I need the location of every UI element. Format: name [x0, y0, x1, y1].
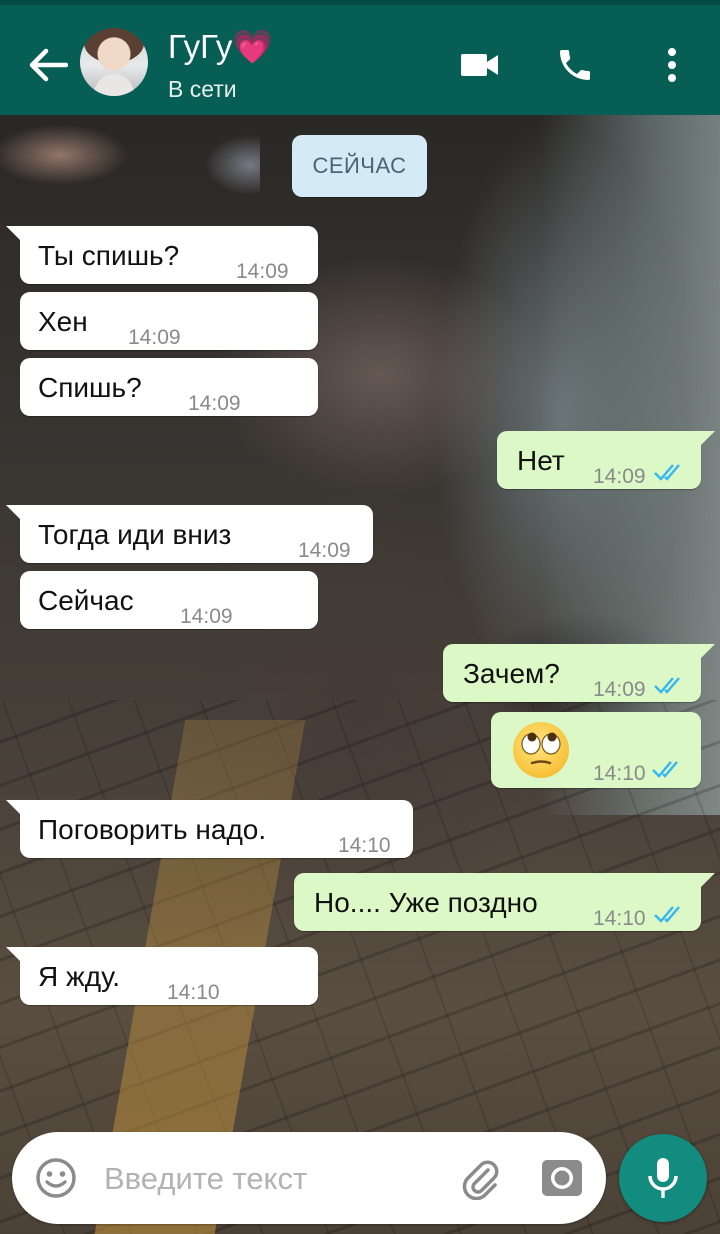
message-time: 14:09: [593, 465, 646, 488]
attach-icon[interactable]: [458, 1156, 502, 1201]
read-receipt-icon: [654, 906, 680, 923]
incoming-message[interactable]: Поговорить надо. 14:10: [6, 800, 413, 858]
back-arrow-icon[interactable]: [26, 43, 70, 87]
message-time: 14:10: [338, 834, 391, 857]
more-vert-icon[interactable]: [652, 45, 692, 85]
message-text: Ты спишь?: [38, 240, 180, 271]
message-text: Я жду.: [38, 961, 121, 992]
message-text: Хен: [38, 306, 88, 337]
message-time: 14:09: [128, 326, 181, 349]
incoming-message[interactable]: Ты спишь? 14:09: [6, 226, 318, 284]
message-time: 14:09: [188, 392, 241, 415]
outgoing-message[interactable]: 14:10: [491, 712, 701, 788]
camera-icon[interactable]: [540, 1156, 584, 1200]
incoming-message[interactable]: Сейчас 14:09: [20, 571, 318, 629]
read-receipt-icon: [654, 464, 680, 481]
message-input[interactable]: [102, 1154, 446, 1204]
message-time: 14:09: [593, 678, 646, 701]
mic-icon: [648, 1158, 678, 1198]
phone-icon[interactable]: [555, 45, 595, 85]
message-time: 14:10: [593, 907, 646, 930]
message-time: 14:10: [593, 762, 646, 785]
date-chip: СЕЙЧАС: [292, 135, 427, 197]
message-text: Нет: [517, 445, 565, 476]
rolling-eyes-emoji-icon: [513, 722, 569, 778]
message-time: 14:09: [298, 539, 351, 562]
video-camera-icon[interactable]: [460, 45, 500, 85]
message-text: Спишь?: [38, 372, 142, 403]
read-receipt-icon: [652, 761, 678, 778]
message-text: Сейчас: [38, 585, 134, 616]
contact-name[interactable]: ГуГу💗: [168, 27, 273, 67]
incoming-message[interactable]: Тогда иди вниз 14:09: [6, 505, 373, 563]
message-text: Поговорить надо.: [38, 814, 267, 845]
chat-header: ГуГу💗 В сети: [0, 0, 720, 115]
incoming-message[interactable]: Спишь? 14:09: [20, 358, 318, 416]
mic-button[interactable]: [619, 1134, 707, 1222]
message-text: Зачем?: [463, 658, 560, 689]
contact-status: В сети: [168, 76, 237, 102]
avatar[interactable]: [80, 28, 148, 96]
message-text: Тогда иди вниз: [38, 519, 232, 550]
message-composer: [12, 1132, 606, 1224]
wallpaper-lights: [0, 115, 260, 225]
outgoing-message[interactable]: Зачем? 14:09: [443, 644, 715, 702]
emoji-icon[interactable]: [34, 1156, 78, 1200]
read-receipt-icon: [654, 677, 680, 694]
outgoing-message[interactable]: Но.... Уже поздно 14:10: [294, 873, 715, 931]
message-text: Но.... Уже поздно: [314, 887, 538, 918]
message-time: 14:09: [236, 260, 289, 283]
outgoing-message[interactable]: Нет 14:09: [497, 431, 715, 489]
message-time: 14:10: [167, 981, 220, 1004]
incoming-message[interactable]: Я жду. 14:10: [6, 947, 318, 1005]
incoming-message[interactable]: Хен 14:09: [20, 292, 318, 350]
message-time: 14:09: [180, 605, 233, 628]
